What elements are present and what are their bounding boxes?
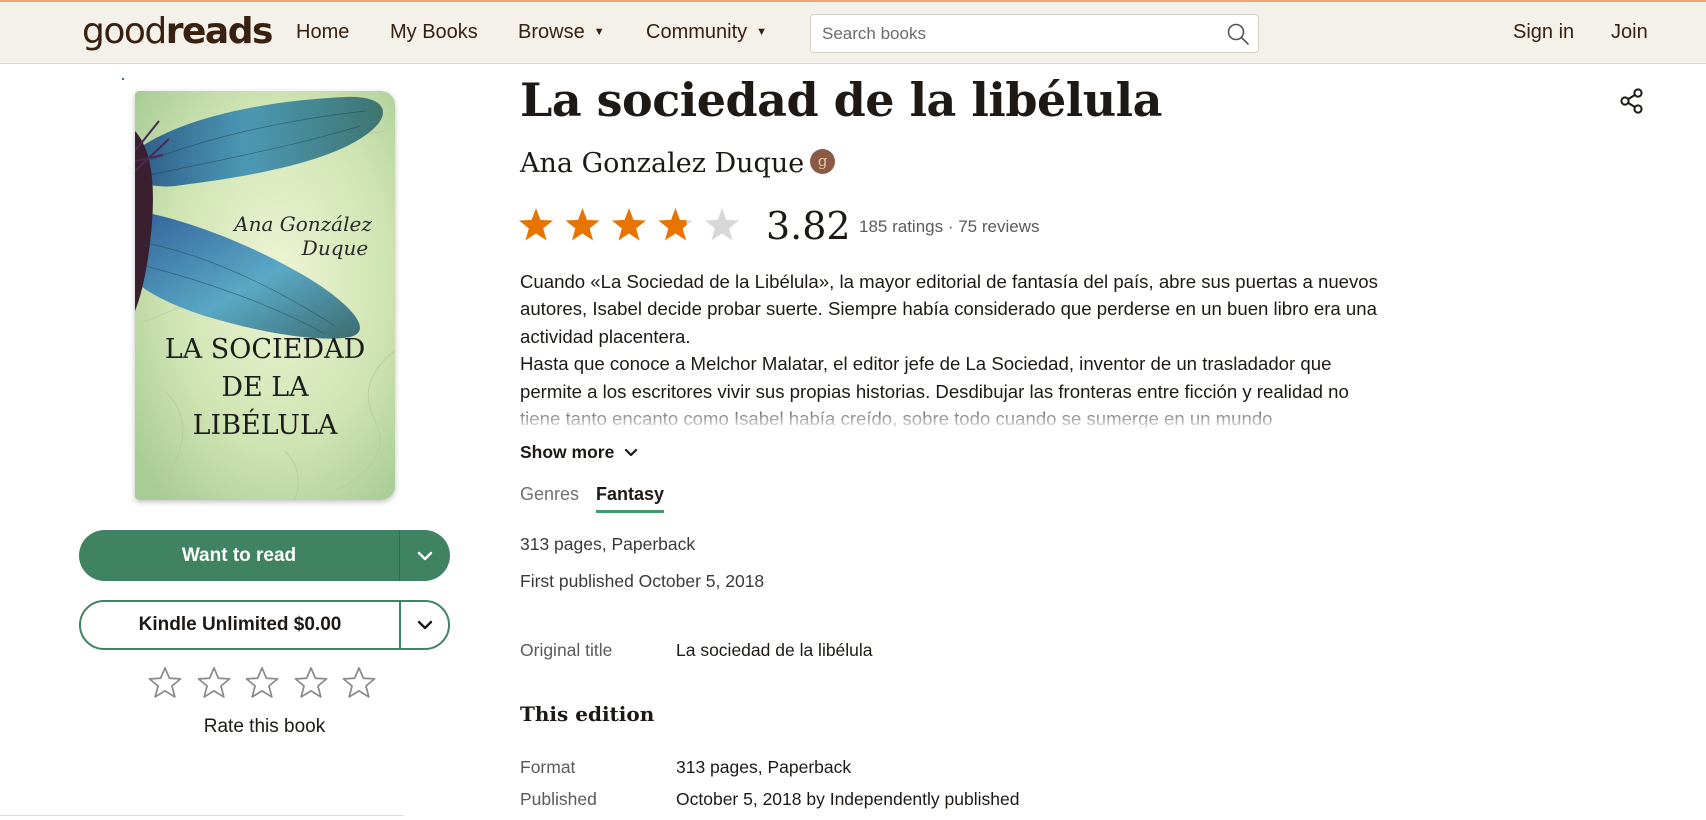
cover-author-line2: Duque	[301, 236, 368, 260]
sign-in-link[interactable]: Sign in	[1513, 20, 1574, 44]
published-label: Published	[520, 789, 597, 809]
rate-star-1-icon[interactable]	[146, 664, 184, 702]
author-name: Ana Gonzalez Duque	[520, 148, 805, 179]
rating-star-5-icon	[704, 208, 740, 241]
rate-this-book-stars	[146, 664, 378, 704]
nav-home[interactable]: Home	[296, 20, 349, 44]
join-link[interactable]: Join	[1611, 20, 1648, 44]
sign-in-label: Sign in	[1513, 21, 1575, 43]
rating-star-1-icon	[518, 208, 554, 241]
nav-community[interactable]: Community ▼	[646, 20, 767, 44]
rate-star-5-icon[interactable]	[340, 664, 378, 702]
cover-title-line3: LIBÉLULA	[193, 408, 338, 441]
chevron-down-icon	[625, 448, 638, 457]
search-icon	[1227, 23, 1249, 45]
rating-star-3-icon	[611, 208, 647, 241]
rate-star-3-icon[interactable]	[243, 664, 281, 702]
caret-down-icon: ▼	[593, 26, 605, 38]
book-title: La sociedad de la libélula	[520, 73, 1162, 127]
book-cover-art: Ana González Duque LA SOCIEDAD DE LA LIB…	[135, 91, 395, 500]
nav-my-books-label: My Books	[390, 21, 478, 43]
want-to-read-label: Want to read	[181, 544, 297, 566]
rate-this-book-label: Rate this book	[203, 716, 326, 737]
rate-star-2-icon[interactable]	[195, 664, 233, 702]
left-column-divider	[0, 815, 404, 816]
rate-star-4-icon[interactable]	[292, 664, 330, 702]
average-rating-stars	[518, 208, 740, 241]
original-title-value: La sociedad de la libélula	[676, 640, 873, 660]
goodreads-author-badge-icon: g	[810, 149, 836, 174]
share-button[interactable]	[1617, 86, 1647, 116]
logo-text-light: good	[82, 11, 167, 52]
kindle-label: Kindle Unlimited $0.00	[138, 614, 342, 635]
goodreads-logo[interactable]: goodreads	[82, 11, 274, 52]
pages-format: 313 pages, Paperback	[520, 534, 696, 554]
genre-link-fantasy[interactable]: Fantasy	[596, 484, 665, 513]
ratings-reviews-count[interactable]: 185 ratings · 75 reviews	[859, 217, 1039, 237]
rating-star-2-icon	[565, 208, 600, 241]
stray-dot	[122, 78, 124, 80]
first-published: First published October 5, 2018	[520, 571, 765, 591]
average-rating-value: 3.82	[766, 204, 851, 248]
buy-options-dropdown-button[interactable]	[401, 602, 448, 648]
cover-title-line1: LA SOCIEDAD	[165, 334, 365, 365]
show-more-label: Show more	[520, 442, 615, 462]
format-label: Format	[520, 757, 576, 777]
want-to-read-split-button: Want to read	[79, 530, 450, 581]
cover-title-line2: DE LA	[221, 372, 309, 403]
want-to-read-button[interactable]: Want to read	[79, 530, 399, 581]
cover-author-line1: Ana González	[232, 212, 372, 236]
this-edition-heading: This edition	[520, 702, 655, 726]
original-title-label: Original title	[520, 640, 613, 660]
book-cover[interactable]: Ana González Duque LA SOCIEDAD DE LA LIB…	[135, 91, 395, 500]
nav-browse-label: Browse	[518, 21, 585, 43]
genres-label: Genres	[520, 484, 580, 504]
logo-text-bold: reads	[165, 11, 274, 52]
nav-browse[interactable]: Browse ▼	[518, 20, 605, 44]
nav-home-label: Home	[296, 21, 350, 43]
share-icon	[1620, 88, 1643, 114]
published-value: October 5, 2018 by Independently publish…	[676, 789, 1020, 809]
description-paragraph-1: Cuando «La Sociedad de la Libélula», la …	[520, 271, 1378, 347]
author-link[interactable]: Ana Gonzalez Duque g	[520, 146, 836, 182]
show-more-button[interactable]: Show more	[520, 442, 638, 463]
nav-community-label: Community	[646, 21, 748, 43]
kindle-unlimited-button[interactable]: Kindle Unlimited $0.00	[81, 602, 399, 648]
description-fade-overlay	[520, 400, 1390, 430]
format-value: 313 pages, Paperback	[676, 757, 852, 777]
kindle-split-button: Kindle Unlimited $0.00	[79, 600, 450, 650]
nav-my-books[interactable]: My Books	[390, 20, 478, 44]
shelf-dropdown-button[interactable]	[400, 530, 450, 581]
search-box	[810, 14, 1259, 53]
rating-star-4-icon	[658, 208, 693, 241]
chevron-down-icon	[417, 620, 432, 630]
search-button[interactable]	[1224, 20, 1252, 48]
top-navigation-bar: goodreads Home My Books Browse ▼ Communit…	[0, 0, 1706, 64]
chevron-down-icon	[417, 551, 433, 560]
caret-down-icon: ▼	[756, 26, 768, 38]
search-input[interactable]	[811, 15, 1211, 52]
join-label: Join	[1611, 21, 1648, 43]
